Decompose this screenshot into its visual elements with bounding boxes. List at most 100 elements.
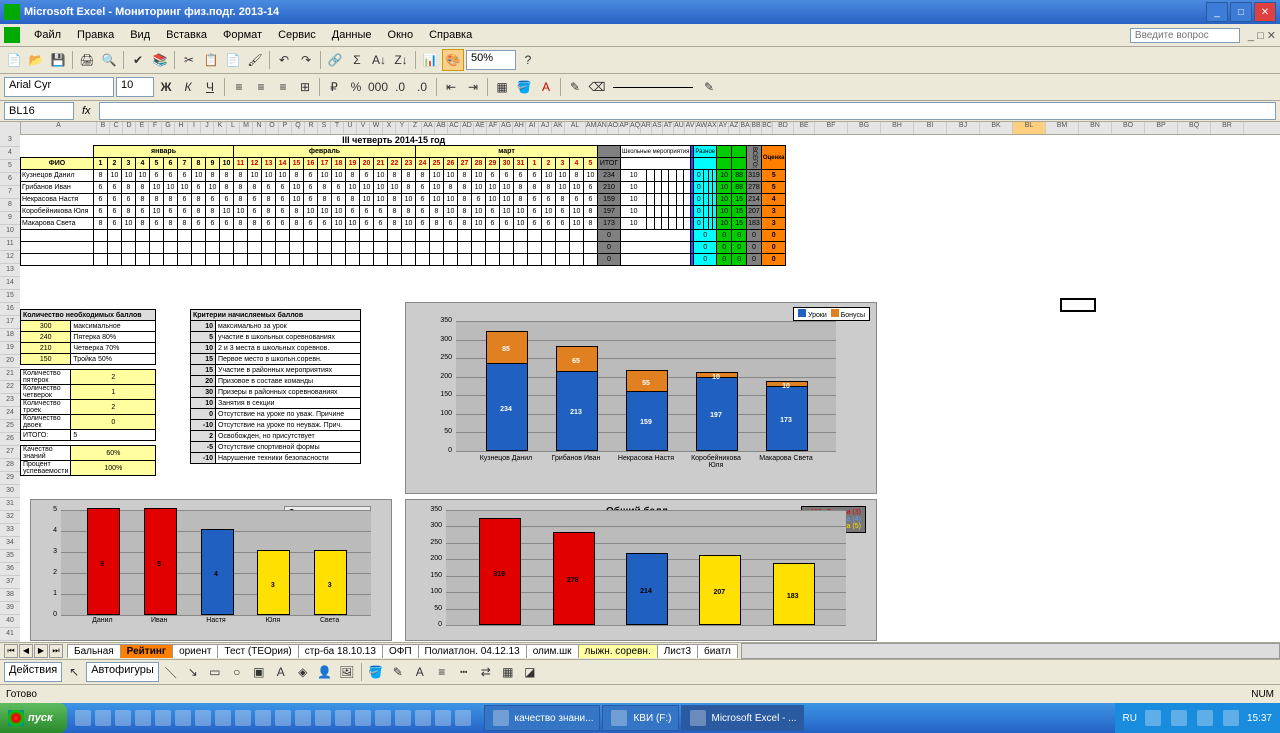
research-icon[interactable]: 📚 — [150, 50, 170, 70]
arrowstyle-icon[interactable]: ⇄ — [476, 662, 496, 682]
font-name-box[interactable]: Arial Cyr — [4, 77, 114, 97]
sheet-tab[interactable]: лыжн. соревн. — [578, 644, 658, 658]
menu-file[interactable]: Файл — [26, 27, 69, 43]
actions-menu[interactable]: Действия — [4, 662, 62, 682]
cut-icon[interactable]: ✂ — [179, 50, 199, 70]
row-headers[interactable]: 3456789101112131415161718192021222324252… — [0, 134, 20, 642]
sheet-tab[interactable]: Рейтинг — [120, 644, 173, 658]
ql-icon[interactable] — [275, 710, 291, 726]
ql-icon[interactable] — [295, 710, 311, 726]
help-icon[interactable]: ? — [518, 50, 538, 70]
percent-icon[interactable]: % — [346, 77, 366, 97]
ql-icon[interactable] — [455, 710, 471, 726]
sheet-tab[interactable]: ОФП — [382, 644, 419, 658]
align-left-icon[interactable]: ≡ — [229, 77, 249, 97]
sort-desc-icon[interactable]: Z↓ — [391, 50, 411, 70]
line-color-icon[interactable]: ✎ — [699, 77, 719, 97]
ql-icon[interactable] — [255, 710, 271, 726]
fx-label[interactable]: fx — [82, 105, 91, 117]
open-icon[interactable]: 📂 — [26, 50, 46, 70]
minimize-button[interactable]: _ — [1206, 2, 1228, 22]
task-item[interactable]: КВИ (F:) — [602, 705, 678, 731]
inc-indent-icon[interactable]: ⇥ — [463, 77, 483, 97]
sheet-tab[interactable]: биатл — [697, 644, 738, 658]
italic-icon[interactable]: К — [178, 77, 198, 97]
ql-icon[interactable] — [195, 710, 211, 726]
oval-icon[interactable]: ○ — [227, 662, 247, 682]
sheet-tab[interactable]: Лист3 — [657, 644, 698, 658]
tab-nav[interactable]: ⏮◀▶⏭ — [4, 644, 63, 658]
ql-icon[interactable] — [155, 710, 171, 726]
sheet-tab[interactable]: Тест (ТЕОрия) — [217, 644, 298, 658]
task-item[interactable]: качество знани... — [484, 705, 601, 731]
dashstyle-icon[interactable]: ┅ — [454, 662, 474, 682]
chart-grades[interactable]: Оценка за четверть 0123455Данил5Иван4Нас… — [30, 499, 392, 641]
spell-icon[interactable]: ✔ — [128, 50, 148, 70]
rect-icon[interactable]: ▭ — [205, 662, 225, 682]
chart-total[interactable]: Общий балл >150- Оценка (3) >210- Оценка… — [405, 499, 877, 641]
zoom-box[interactable]: 50% — [466, 50, 516, 70]
chart-stacked[interactable]: Уроки Бонусы 05010015020025030035023485К… — [405, 302, 877, 494]
ql-icon[interactable] — [315, 710, 331, 726]
menu-view[interactable]: Вид — [122, 27, 158, 43]
print-icon[interactable]: 🖨 — [77, 50, 97, 70]
close-button[interactable]: ✕ — [1254, 2, 1276, 22]
textbox-icon[interactable]: ▣ — [249, 662, 269, 682]
ql-icon[interactable] — [355, 710, 371, 726]
start-button[interactable]: пуск — [0, 703, 67, 733]
hscroll[interactable] — [741, 643, 1280, 659]
arrow-icon[interactable]: ↘ — [183, 662, 203, 682]
sheet-tab[interactable]: олим.шк — [526, 644, 579, 658]
save-icon[interactable]: 💾 — [48, 50, 68, 70]
align-right-icon[interactable]: ≡ — [273, 77, 293, 97]
sheet-tab[interactable]: стр-ба 18.10.13 — [298, 644, 383, 658]
menu-tools[interactable]: Сервис — [270, 27, 324, 43]
ql-icon[interactable] — [215, 710, 231, 726]
sheet-tab[interactable]: Полиатлон. 04.12.13 — [418, 644, 527, 658]
bold-icon[interactable]: Ж — [156, 77, 176, 97]
ql-icon[interactable] — [375, 710, 391, 726]
clipart-icon[interactable]: 👤 — [315, 662, 335, 682]
merge-icon[interactable]: ⊞ — [295, 77, 315, 97]
menu-edit[interactable]: Правка — [69, 27, 122, 43]
menu-help[interactable]: Справка — [421, 27, 480, 43]
hyperlink-icon[interactable]: 🔗 — [325, 50, 345, 70]
fill-icon[interactable]: 🪣 — [366, 662, 386, 682]
tray-icon[interactable] — [1171, 710, 1187, 726]
font-color-icon[interactable]: A — [536, 77, 556, 97]
fill-color-icon[interactable]: 🪣 — [514, 77, 534, 97]
line-style-picker[interactable] — [613, 87, 693, 88]
worksheet[interactable]: ABCDEFGHIJKLMNOPQRSTUVWXYZAAABACADAEAFAG… — [0, 122, 1280, 642]
formula-input[interactable] — [99, 102, 1276, 120]
ql-icon[interactable] — [415, 710, 431, 726]
ql-icon[interactable] — [115, 710, 131, 726]
picture-icon[interactable]: 🖼 — [337, 662, 357, 682]
dec-decimal-icon[interactable]: .0 — [412, 77, 432, 97]
3d-icon[interactable]: ◪ — [520, 662, 540, 682]
font-size-box[interactable]: 10 — [116, 77, 154, 97]
comma-icon[interactable]: 000 — [368, 77, 388, 97]
quicklaunch[interactable] — [73, 710, 473, 726]
currency-icon[interactable]: ₽ — [324, 77, 344, 97]
draw-border-icon[interactable]: ✎ — [565, 77, 585, 97]
dec-indent-icon[interactable]: ⇤ — [441, 77, 461, 97]
ql-icon[interactable] — [335, 710, 351, 726]
menu-window[interactable]: Окно — [380, 27, 422, 43]
chart-icon[interactable]: 📊 — [420, 50, 440, 70]
align-center-icon[interactable]: ≡ — [251, 77, 271, 97]
tray-icon[interactable] — [1223, 710, 1239, 726]
diagram-icon[interactable]: ◈ — [293, 662, 313, 682]
fontcolor-icon[interactable]: A — [410, 662, 430, 682]
format-painter-icon[interactable]: 🖌 — [245, 50, 265, 70]
erase-border-icon[interactable]: ⌫ — [587, 77, 607, 97]
preview-icon[interactable]: 🔍 — [99, 50, 119, 70]
autosum-icon[interactable]: Σ — [347, 50, 367, 70]
borders-icon[interactable]: ▦ — [492, 77, 512, 97]
inc-decimal-icon[interactable]: .0 — [390, 77, 410, 97]
ql-icon[interactable] — [75, 710, 91, 726]
ql-icon[interactable] — [95, 710, 111, 726]
ql-icon[interactable] — [135, 710, 151, 726]
sort-asc-icon[interactable]: A↓ — [369, 50, 389, 70]
lang-indicator[interactable]: RU — [1123, 713, 1137, 724]
sheet-tab[interactable]: ориент — [172, 644, 218, 658]
